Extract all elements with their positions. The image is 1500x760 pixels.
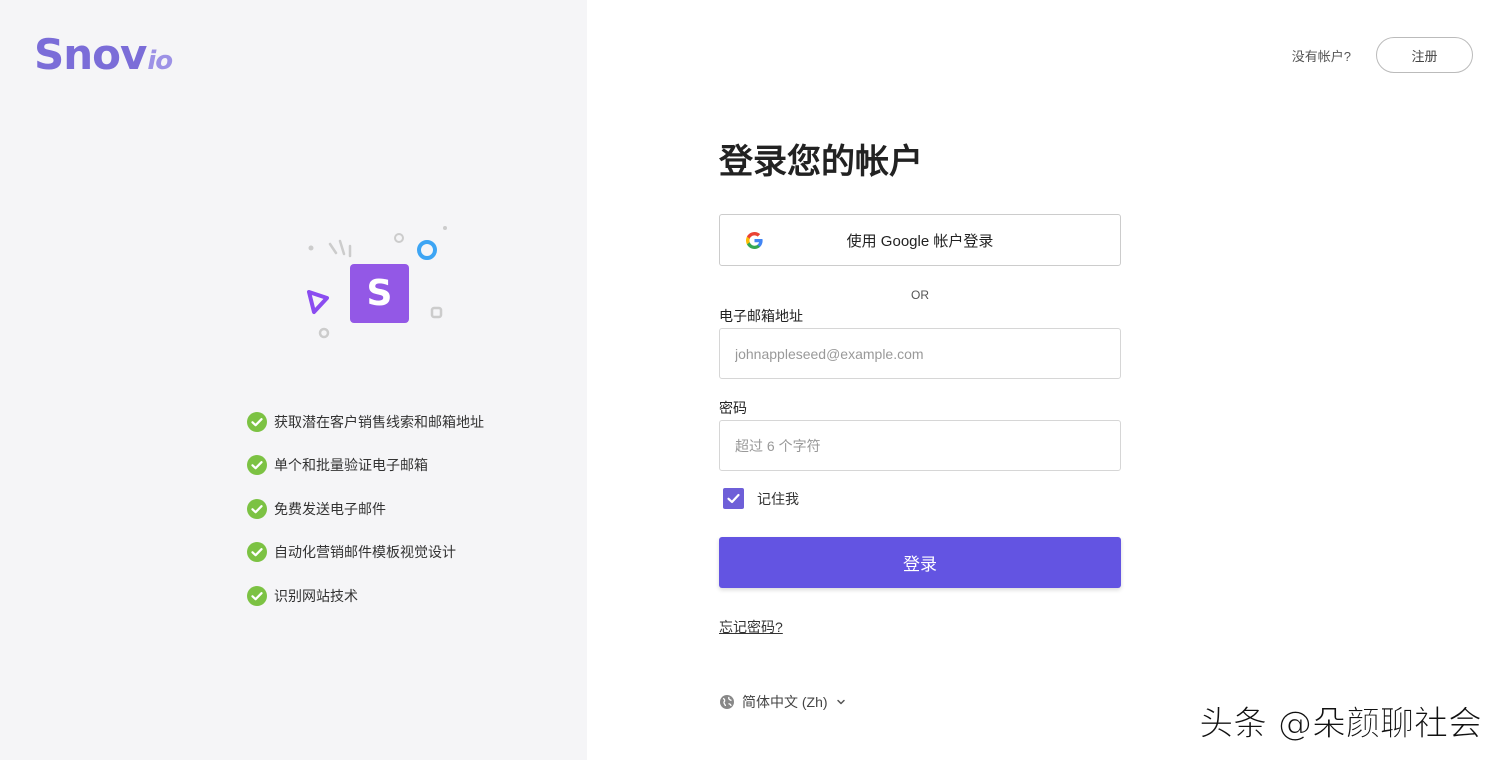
snovio-logo[interactable]: Snovio [34,30,173,79]
feature-label: 识别网站技术 [274,587,358,604]
login-form: 登录您的帐户 使用 Google 帐户登录 OR 电子邮箱地址 密码 记住我 登… [719,140,1121,635]
feature-item: 获取潜在客户销售线索和邮箱地址 [247,400,484,444]
check-circle-icon [247,498,267,519]
snovio-illustration: S [307,226,447,339]
login-button[interactable]: 登录 [719,537,1121,588]
logo-name: Snov [34,30,147,79]
remember-checkbox[interactable] [723,488,744,509]
header-signup: 没有帐户? 注册 [1292,37,1473,73]
feature-item: 识别网站技术 [247,574,484,618]
password-field[interactable] [719,420,1121,471]
no-account-text: 没有帐户? [1291,48,1351,64]
feature-item: 自动化营销邮件模板视觉设计 [247,531,484,575]
check-circle-icon [247,542,267,563]
logo-suffix: io [147,46,173,76]
globe-icon [720,695,734,709]
signup-button[interactable]: 注册 [1376,37,1473,73]
feature-label: 自动化营销邮件模板视觉设计 [274,544,456,561]
watermark-text: 头条 @朵颜聊社会 [1199,704,1483,745]
check-circle-icon [247,455,267,476]
password-label: 密码 [719,400,747,416]
check-circle-icon [247,411,267,432]
feature-label: 免费发送电子邮件 [274,500,386,517]
language-label: 简体中文 (Zh) [742,694,828,710]
google-login-label: 使用 Google 帐户登录 [846,232,994,250]
forgot-password-link[interactable]: 忘记密码? [719,617,783,637]
language-selector[interactable]: 简体中文 (Zh) [719,692,846,712]
email-label: 电子邮箱地址 [719,308,803,324]
remember-label: 记住我 [757,490,799,507]
feature-list: 获取潜在客户销售线索和邮箱地址 单个和批量验证电子邮箱 免费发送电子邮件 自动化… [247,400,484,618]
or-divider: OR [911,288,929,302]
feature-label: 单个和批量验证电子邮箱 [274,457,428,474]
chevron-down-icon [836,699,845,705]
feature-label: 获取潜在客户销售线索和邮箱地址 [274,413,484,430]
check-circle-icon [247,585,267,606]
svg-text:S: S [367,273,393,314]
left-panel: Snovio S 获取潜在客户销售线索和邮箱地址 单个和批量验证电子邮箱 免费发… [0,0,587,760]
google-login-button[interactable]: 使用 Google 帐户登录 [719,214,1121,266]
email-field[interactable] [719,328,1121,379]
remember-me[interactable]: 记住我 [723,488,799,509]
checkmark-icon [727,493,740,504]
feature-item: 免费发送电子邮件 [247,487,484,531]
feature-item: 单个和批量验证电子邮箱 [247,444,484,488]
google-icon [746,232,763,249]
page-title: 登录您的帐户 [719,143,923,181]
